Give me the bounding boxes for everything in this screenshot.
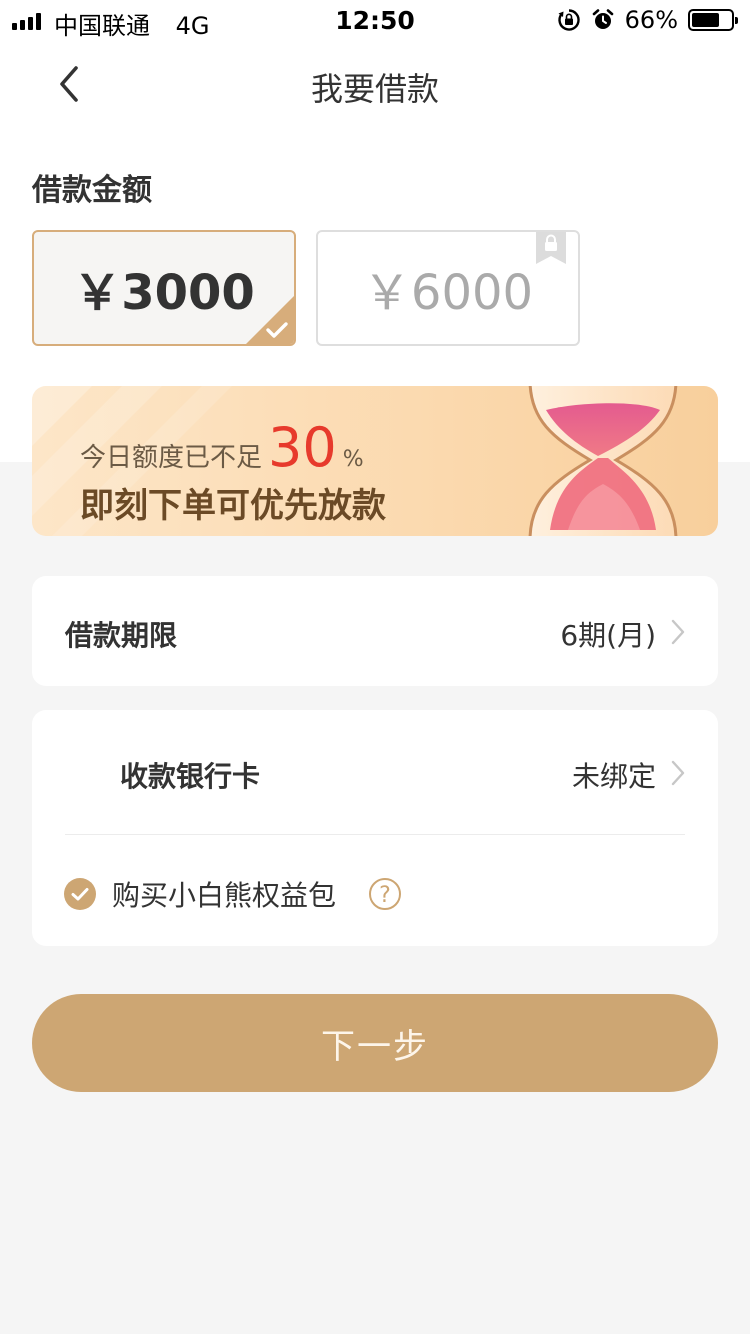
bank-card-label: 收款银行卡 (120, 760, 261, 793)
bank-card-row[interactable]: 收款银行卡 未绑定 (32, 710, 718, 834)
rotation-lock-icon (557, 9, 580, 31)
promo-banner: 今日额度已不足 30 % 即刻下单可优先放款 (32, 386, 718, 536)
banner-quota-text: 今日额度已不足 30 % (80, 416, 364, 479)
loan-term-label: 借款期限 (65, 619, 178, 652)
alarm-icon (592, 9, 613, 29)
amount-option-6000[interactable]: ￥6000 (316, 230, 580, 346)
page-title: 我要借款 (310, 70, 439, 108)
benefit-label: 购买小白熊权益包 (112, 879, 337, 912)
banner-headline: 即刻下单可优先放款 (80, 486, 386, 526)
status-right: 66% (557, 6, 738, 34)
banner-prefix: 今日额度已不足 (80, 443, 263, 473)
lock-icon (536, 232, 566, 264)
chevron-right-icon (671, 760, 685, 786)
bank-card-section: 收款银行卡 未绑定 购买小白熊权益包 ? (32, 710, 718, 946)
hourglass-icon (528, 386, 678, 536)
benefit-checkbox[interactable] (64, 878, 96, 910)
svg-text:?: ? (379, 883, 391, 908)
amount-section-label: 借款金额 (32, 173, 152, 208)
bank-card-value: 未绑定 (571, 760, 656, 793)
loan-term-value: 6期(月) (560, 619, 656, 652)
selected-check-icon (246, 296, 294, 344)
amount-option-label: ￥6000 (362, 265, 534, 321)
chevron-right-icon (671, 619, 685, 645)
amount-option-label: ￥3000 (73, 265, 255, 321)
banner-percent: 30 (268, 416, 337, 479)
divider (65, 834, 685, 835)
battery-percent: 66% (624, 6, 678, 34)
loan-term-row[interactable]: 借款期限 6期(月) (32, 576, 718, 686)
question-circle-icon[interactable]: ? (368, 877, 402, 911)
loan-page: 中国联通 4G 12:50 66% 我要借款 借款金额 ￥3000 ￥6000 … (0, 0, 750, 1334)
next-button[interactable]: 下一步 (32, 994, 718, 1092)
banner-percent-sign: % (342, 447, 364, 472)
status-bar: 中国联通 4G 12:50 66% (0, 0, 750, 40)
amount-option-3000[interactable]: ￥3000 (32, 230, 296, 346)
battery-icon (688, 9, 738, 31)
